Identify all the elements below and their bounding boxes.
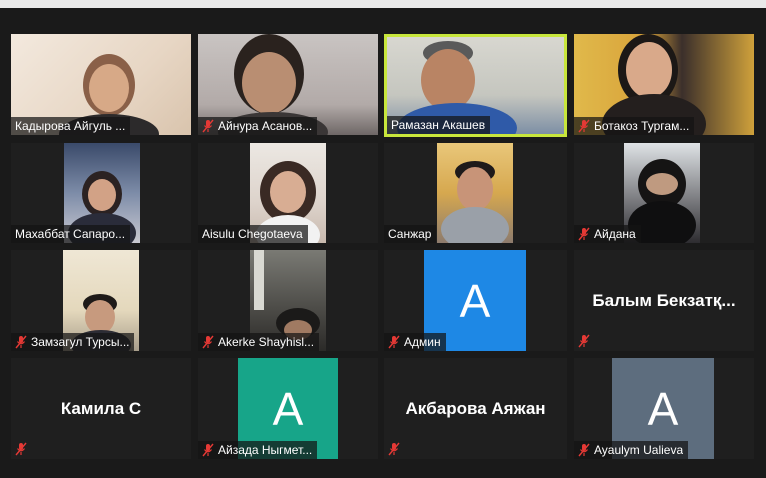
muted-microphone-icon: [578, 334, 590, 348]
participant-name: Айзада Ныгмет...: [218, 443, 313, 457]
participant-name: Aisulu Chegotaeva: [202, 227, 303, 241]
muted-microphone-icon: [388, 335, 400, 349]
participant-tile-7[interactable]: Санжар: [384, 143, 567, 243]
muted-microphone-icon: [578, 119, 590, 133]
participant-name: Админ: [404, 335, 441, 349]
participant-name-large: Камила С: [60, 398, 142, 418]
participant-tile-6[interactable]: Aisulu Chegotaeva: [198, 143, 378, 243]
participant-tile-11[interactable]: A Админ: [384, 250, 567, 351]
participant-nameplate: Замзагул Турсы...: [11, 333, 135, 351]
participant-nameplate: Махаббат Сапаро...: [11, 225, 131, 243]
muted-microphone-icon: [15, 335, 27, 349]
participant-name: Кадырова Айгуль ...: [15, 119, 126, 133]
participant-name-large: Акбарова Аяжан: [405, 398, 546, 418]
muted-microphone-icon: [202, 443, 214, 457]
participant-tile-16[interactable]: A Ayaulym Ualieva: [574, 358, 754, 459]
participant-nameplate: Кадырова Айгуль ...: [11, 117, 131, 135]
muted-microphone-icon: [578, 227, 590, 241]
participant-nameplate: Akerke Shayhisl...: [198, 333, 320, 351]
participant-tile-5[interactable]: Махаббат Сапаро...: [11, 143, 191, 243]
participant-tile-4[interactable]: Ботакоз Тургам...: [574, 34, 754, 135]
participant-tile-14[interactable]: A Айзада Ныгмет...: [198, 358, 378, 459]
participant-tile-9[interactable]: Замзагул Турсы...: [11, 250, 191, 351]
avatar-letter: A: [647, 382, 679, 435]
participant-tile-10[interactable]: Akerke Shayhisl...: [198, 250, 378, 351]
participant-name: Ayaulym Ualieva: [594, 443, 684, 457]
participant-name: Рамазан Акашев: [391, 118, 486, 132]
avatar-letter: A: [459, 274, 491, 327]
participant-tile-8[interactable]: Айдана: [574, 143, 754, 243]
participant-nameplate: Ботакоз Тургам...: [574, 117, 695, 135]
participant-nameplate: Админ: [384, 333, 446, 351]
participant-nameplate: Айдана: [574, 225, 641, 243]
participant-name: Айнура Асанов...: [218, 119, 313, 133]
participant-tile-2[interactable]: Айнура Асанов...: [198, 34, 378, 135]
participant-nameplate: Айзада Ныгмет...: [198, 441, 318, 459]
participant-tile-15[interactable]: Акбарова Аяжан: [384, 358, 567, 459]
participant-nameplate: Айнура Асанов...: [198, 117, 318, 135]
participant-name: Айдана: [594, 227, 636, 241]
participant-name: Ботакоз Тургам...: [594, 119, 690, 133]
participant-nameplate: Ayaulym Ualieva: [574, 441, 689, 459]
muted-microphone-icon: [202, 335, 214, 349]
participant-video: [437, 143, 513, 243]
muted-microphone-icon: [202, 119, 214, 133]
participant-name: Махаббат Сапаро...: [15, 227, 126, 241]
window-top-bar: [0, 0, 766, 8]
participant-tile-1[interactable]: Кадырова Айгуль ...: [11, 34, 191, 135]
participant-name: Akerke Shayhisl...: [218, 335, 315, 349]
participant-name: Замзагул Турсы...: [31, 335, 130, 349]
participant-tile-3-active-speaker[interactable]: Рамазан Акашев: [384, 34, 567, 137]
gallery-view: Кадырова Айгуль ... Айнура Асанов... Рам…: [0, 8, 766, 478]
muted-microphone-icon: [388, 442, 400, 456]
participant-name: Санжар: [388, 227, 432, 241]
participant-nameplate: Рамазан Акашев: [387, 116, 491, 134]
participant-name-large: Балым Бекзатқ...: [592, 290, 736, 310]
participant-tile-13[interactable]: Камила С: [11, 358, 191, 459]
participant-nameplate: Aisulu Chegotaeva: [198, 225, 308, 243]
muted-microphone-icon: [15, 442, 27, 456]
avatar-letter: A: [272, 382, 304, 435]
muted-microphone-icon: [578, 443, 590, 457]
participant-tile-12[interactable]: Балым Бекзатқ...: [574, 250, 754, 351]
participant-nameplate: Санжар: [384, 225, 437, 243]
